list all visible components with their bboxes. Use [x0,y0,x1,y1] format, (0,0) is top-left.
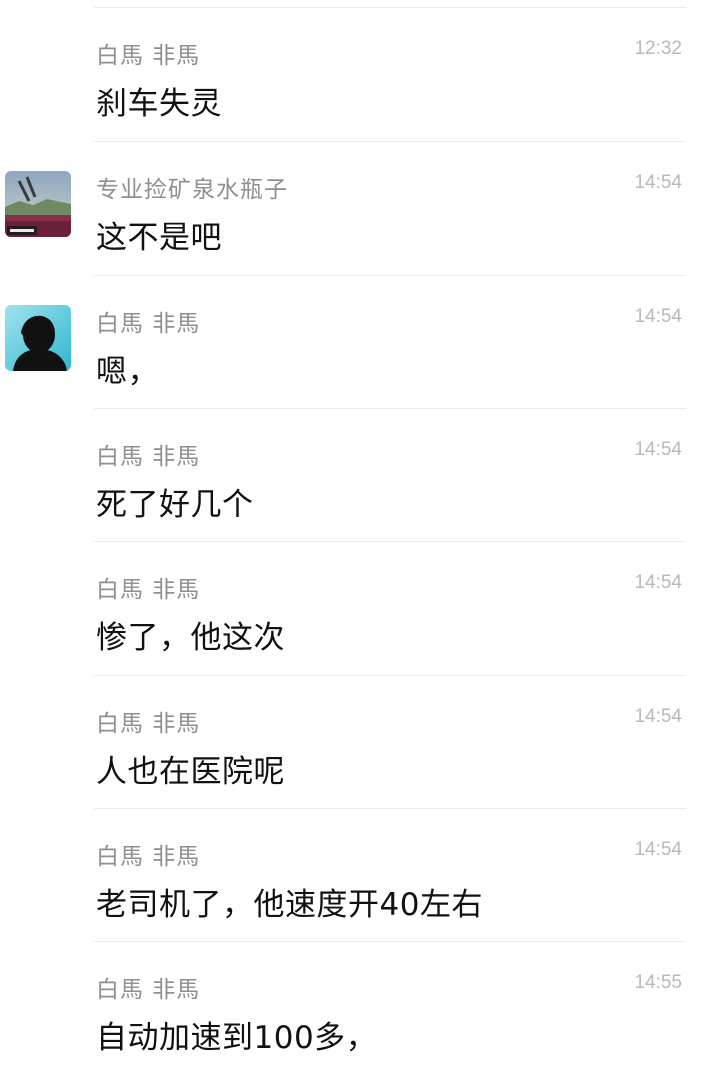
message-text: 这不是吧 [96,220,222,256]
sender-name[interactable]: 专业捡矿泉水瓶子 [96,170,288,204]
message-time: 14:54 [634,172,682,193]
sender-name[interactable]: 白馬 非馬 [96,304,200,338]
avatar-silhouette[interactable] [5,305,71,371]
message-text: 嗯， [96,354,159,390]
sender-name[interactable]: 白馬 非馬 [96,704,200,738]
landscape-photo-icon [5,171,71,237]
message-time: 14:54 [634,439,682,460]
message-row[interactable]: 白馬 非馬 14:55 自动加速到100多， [0,942,704,1075]
message-row[interactable]: 白馬 非馬 14:54 老司机了，他速度开40左右 [0,809,704,942]
sender-name[interactable]: 白馬 非馬 [96,570,200,604]
sender-name[interactable]: 白馬 非馬 [96,837,200,871]
silhouette-avatar-icon [5,305,71,371]
message-time: 14:54 [634,306,682,327]
message-time: 14:54 [634,839,682,860]
message-row[interactable]: 专业捡矿泉水瓶子 14:54 这不是吧 [0,142,704,275]
message-row[interactable]: 白馬 非馬 12:32 刹车失灵 [0,8,704,141]
sender-name[interactable]: 白馬 非馬 [96,437,200,471]
message-row[interactable]: 白馬 非馬 14:54 惨了，他这次 [0,542,704,675]
message-row[interactable]: 白馬 非馬 14:54 人也在医院呢 [0,676,704,809]
message-row[interactable]: 白馬 非馬 14:54 嗯， [0,276,704,409]
message-time: 12:32 [634,38,682,59]
message-time: 14:55 [634,972,682,993]
message-text: 自动加速到100多， [96,1020,378,1056]
message-text: 惨了，他这次 [96,620,285,656]
avatar-landscape-photo[interactable] [5,171,71,237]
sender-name[interactable]: 白馬 非馬 [96,970,200,1004]
message-time: 14:54 [634,706,682,727]
message-text: 刹车失灵 [96,86,222,122]
message-time: 14:54 [634,572,682,593]
sender-name[interactable]: 白馬 非馬 [96,36,200,70]
message-row[interactable]: 白馬 非馬 14:54 死了好几个 [0,409,704,542]
message-text: 死了好几个 [96,487,254,523]
message-text: 老司机了，他速度开40左右 [96,887,483,923]
message-text: 人也在医院呢 [96,754,285,790]
